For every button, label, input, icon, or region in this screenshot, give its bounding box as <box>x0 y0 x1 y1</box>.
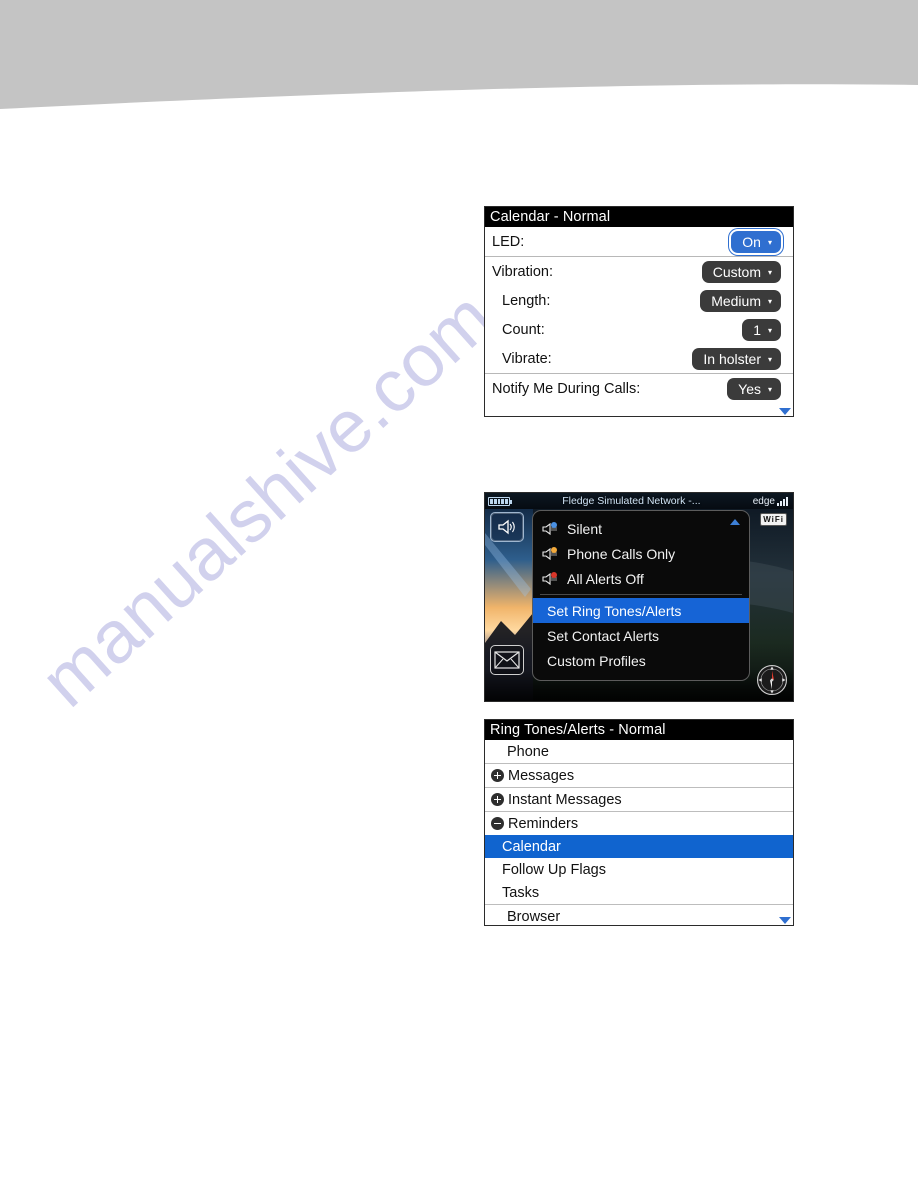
scroll-down-arrow-icon[interactable] <box>779 917 791 924</box>
envelope-glyph-icon <box>494 651 520 669</box>
profile-popup-menu[interactable]: Silent Phone Calls Only All Alerts Off Set … <box>532 510 750 681</box>
setting-row-led[interactable]: LED: On ▾ <box>485 227 793 256</box>
wifi-badge-icon: WiFi <box>760 513 787 526</box>
list-item-messages[interactable]: Messages <box>485 764 793 787</box>
speaker-profile-icon[interactable] <box>490 512 524 542</box>
list-item-label: Calendar <box>502 838 561 855</box>
list-item-label: Instant Messages <box>508 791 622 808</box>
setting-row-notify-me-during-calls[interactable]: Notify Me During Calls: Yes ▾ <box>485 374 793 403</box>
list-item-instant-messages[interactable]: Instant Messages <box>485 788 793 811</box>
expand-plus-icon[interactable] <box>491 769 504 782</box>
calendar-alerts-settings-panel: Calendar - Normal LED: On ▾ Vibration: Custo… <box>484 206 794 417</box>
menu-item-label: Set Contact Alerts <box>547 627 660 644</box>
dropdown-count[interactable]: 1 ▾ <box>742 318 781 341</box>
chevron-down-icon: ▾ <box>767 237 772 247</box>
setting-label: Length: <box>502 292 551 309</box>
signal-bars-icon <box>777 496 788 506</box>
chevron-down-icon: ▾ <box>767 296 772 306</box>
menu-item-label: Phone Calls Only <box>567 545 676 562</box>
messages-envelope-icon[interactable] <box>490 645 524 675</box>
setting-row-vibrate[interactable]: Vibrate: In holster ▾ <box>485 344 793 373</box>
dropdown-value: Yes <box>738 380 761 397</box>
setting-label: Vibrate: <box>502 350 552 367</box>
compass-icon[interactable] <box>755 663 789 697</box>
setting-label: LED: <box>492 233 525 250</box>
chevron-down-icon: ▾ <box>767 267 772 277</box>
menu-item-custom-profiles[interactable]: Custom Profiles <box>533 648 749 673</box>
status-bar: Fledge Simulated Network -... edge <box>485 493 793 509</box>
panel-title-ringtones: Ring Tones/Alerts - Normal <box>485 720 793 740</box>
dropdown-vibrate[interactable]: In holster ▾ <box>692 347 781 370</box>
dropdown-value: On <box>742 233 761 250</box>
dropdown-value: 1 <box>753 321 761 338</box>
menu-item-label: Set Ring Tones/Alerts <box>547 602 682 619</box>
setting-label: Count: <box>502 321 545 338</box>
menu-item-label: All Alerts Off <box>567 570 644 587</box>
dropdown-value: In holster <box>703 350 761 367</box>
dropdown-value: Custom <box>712 263 761 280</box>
list-item-tasks[interactable]: Tasks <box>485 881 793 904</box>
chevron-down-icon: ▾ <box>767 384 772 394</box>
menu-item-silent[interactable]: Silent <box>533 516 749 541</box>
setting-row-count[interactable]: Count: 1 ▾ <box>485 315 793 344</box>
calendar-settings-rows: LED: On ▾ Vibration: Custom ▾ Length: Medium ▾ Co… <box>485 227 793 416</box>
speaker-glyph-icon <box>498 519 515 535</box>
page-header-banner <box>0 0 918 109</box>
dropdown-vibration[interactable]: Custom ▾ <box>701 260 781 283</box>
ring-tones-alerts-panel: Ring Tones/Alerts - Normal Phone Messages… <box>484 719 794 926</box>
chevron-down-icon: ▾ <box>767 354 772 364</box>
list-item-label: Browser <box>507 908 561 925</box>
panel-title-calendar: Calendar - Normal <box>485 207 793 227</box>
menu-scroll-up-arrow-icon[interactable] <box>730 519 740 525</box>
speaker-muted-icon <box>542 571 557 585</box>
list-item-label: Follow Up Flags <box>502 861 606 878</box>
menu-item-phone-calls-only[interactable]: Phone Calls Only <box>533 541 749 566</box>
edge-network-label: edge <box>752 495 775 507</box>
chevron-down-icon: ▾ <box>767 325 772 335</box>
ring-tones-list: Phone Messages Instant Messages Reminders Ca… <box>485 740 793 925</box>
list-item-follow-up-flags[interactable]: Follow Up Flags <box>485 858 793 881</box>
menu-item-all-alerts-off[interactable]: All Alerts Off <box>533 566 749 591</box>
menu-item-set-contact-alerts[interactable]: Set Contact Alerts <box>533 623 749 648</box>
menu-item-label: Custom Profiles <box>547 652 646 669</box>
setting-label: Vibration: <box>492 263 553 280</box>
list-item-calendar[interactable]: Calendar <box>485 835 793 858</box>
list-item-browser[interactable]: Browser <box>485 905 793 925</box>
home-screen-panel: Fledge Simulated Network -... edge WiFi … <box>484 492 794 702</box>
menu-item-set-ring-tones-alerts[interactable]: Set Ring Tones/Alerts <box>533 598 749 623</box>
list-item-label: Phone <box>507 743 549 760</box>
list-item-label: Reminders <box>508 815 579 832</box>
setting-label: Notify Me During Calls: <box>492 380 641 397</box>
list-item-phone[interactable]: Phone <box>485 740 793 763</box>
dropdown-notify-me-during-calls[interactable]: Yes ▾ <box>727 377 781 400</box>
dropdown-led[interactable]: On ▾ <box>731 230 781 253</box>
setting-row-length[interactable]: Length: Medium ▾ <box>485 286 793 315</box>
collapse-minus-icon[interactable] <box>491 817 504 830</box>
setting-row-vibration[interactable]: Vibration: Custom ▾ <box>485 257 793 286</box>
network-name-label: Fledge Simulated Network -... <box>562 495 701 507</box>
dropdown-length[interactable]: Medium ▾ <box>700 289 781 312</box>
battery-icon <box>488 496 512 506</box>
list-item-reminders[interactable]: Reminders <box>485 812 793 835</box>
scroll-down-arrow-icon[interactable] <box>779 408 791 415</box>
speaker-phone-only-icon <box>542 546 557 560</box>
speaker-silent-icon <box>542 521 557 535</box>
list-item-label: Tasks <box>502 884 540 901</box>
profile-menu-items: Silent Phone Calls Only All Alerts Off Set … <box>533 516 749 673</box>
menu-separator <box>540 594 742 595</box>
expand-plus-icon[interactable] <box>491 793 504 806</box>
menu-item-label: Silent <box>567 520 603 537</box>
watermark-text: manualshive.com <box>24 275 509 723</box>
dropdown-value: Medium <box>711 292 761 309</box>
list-item-label: Messages <box>508 767 575 784</box>
